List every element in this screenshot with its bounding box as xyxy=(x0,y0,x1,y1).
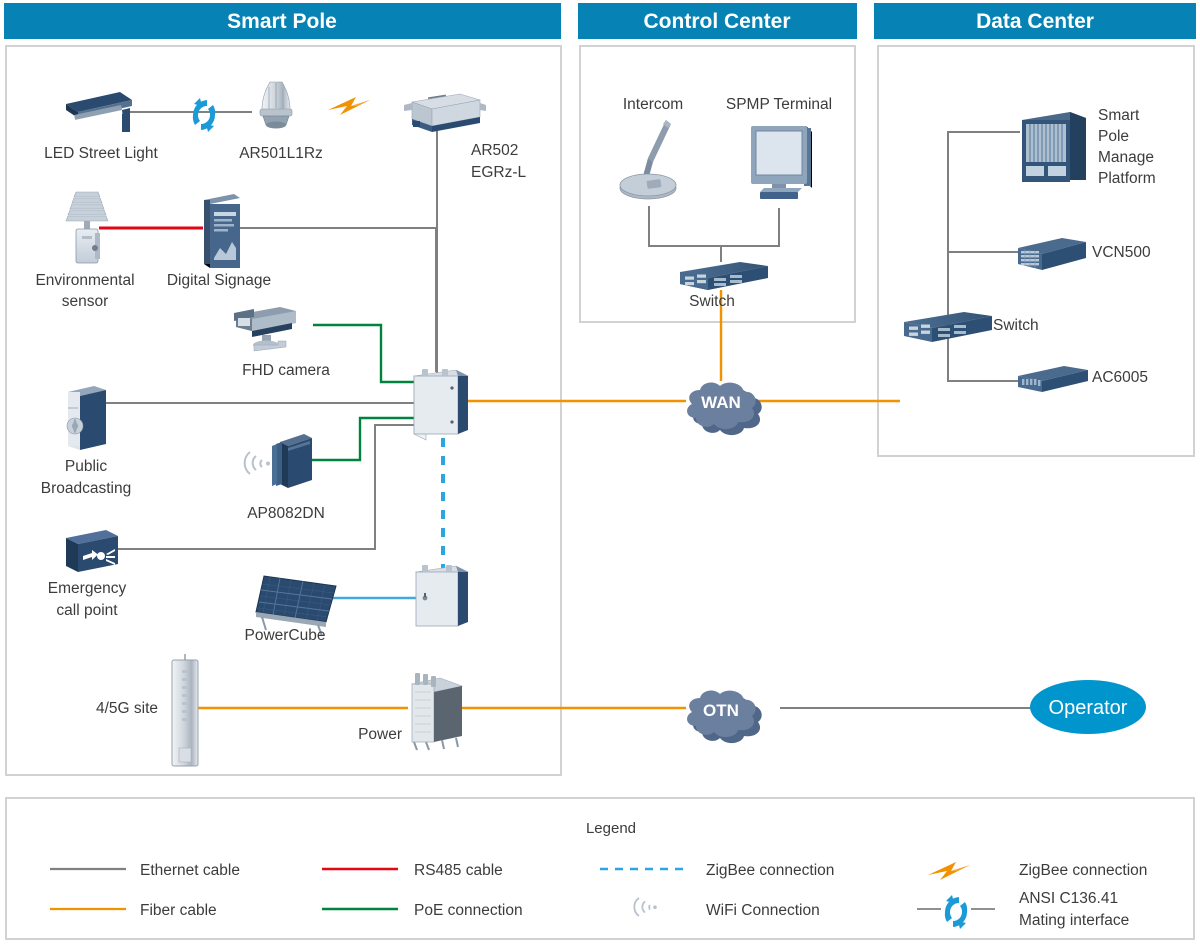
antenna-pole-icon xyxy=(171,654,199,767)
link-emergency-cabinet xyxy=(117,424,415,550)
label-power: Power xyxy=(358,726,402,743)
legend-item-zigbee-bolt: ZigBee connection xyxy=(928,862,1147,880)
panel-title-smart-pole: Smart Pole xyxy=(227,10,337,33)
label-vcn500: VCN500 xyxy=(1092,244,1151,261)
legend-label-poe: PoE connection xyxy=(414,902,523,919)
label-spmp-line1: Smart xyxy=(1098,107,1140,124)
label-data-center-switch: Switch xyxy=(993,317,1039,334)
label-ar501: AR501L1Rz xyxy=(239,145,323,162)
label-emergency-call-line2: call point xyxy=(56,602,118,619)
legend-label-ansi-line1: ANSI C136.41 xyxy=(1019,890,1118,907)
label-public-broadcasting-line1: Public xyxy=(65,458,107,475)
label-fhd-camera: FHD camera xyxy=(242,362,330,379)
panel-header-control-center: Control Center xyxy=(578,3,857,39)
label-ar502-line2: EGRz-L xyxy=(471,164,527,181)
legend-item-ethernet: Ethernet cable xyxy=(50,862,240,879)
connection-lines xyxy=(99,111,1032,710)
cloud-otn: OTN xyxy=(687,690,762,744)
zigbee-bolt-icon xyxy=(328,97,370,115)
street-light-icon xyxy=(66,92,132,132)
zigbee-bolt-icon xyxy=(928,862,970,880)
ar502-gateway-icon xyxy=(404,93,486,132)
wlan-controller-icon xyxy=(1018,366,1088,392)
cloud-label-otn: OTN xyxy=(703,701,739,720)
label-emergency-call-line1: Emergency xyxy=(48,580,127,597)
link-spmp-switch xyxy=(947,131,1020,324)
link-terminal-switch xyxy=(721,208,780,247)
label-spmp-line2: Pole xyxy=(1098,128,1129,145)
lower-cabinet-icon xyxy=(415,565,469,627)
monitor-icon xyxy=(751,126,812,199)
legend-label-wifi: WiFi Connection xyxy=(706,902,820,919)
legend-label-ethernet: Ethernet cable xyxy=(140,862,240,879)
storage-server-icon xyxy=(1018,238,1086,270)
panel-header-data-center: Data Center xyxy=(874,3,1196,39)
legend-label-zigbee-bolt: ZigBee connection xyxy=(1019,862,1147,879)
panel-header-smart-pole: Smart Pole xyxy=(4,3,561,39)
cloud-wan: WAN xyxy=(687,382,762,436)
ansi-mating-interface-icon xyxy=(944,895,968,929)
network-architecture-diagram: Smart Pole Control Center Data Center WA… xyxy=(4,3,1196,940)
legend-label-rs485: RS485 cable xyxy=(414,862,503,879)
wifi-waves-icon xyxy=(243,451,270,475)
main-cabinet-icon xyxy=(413,369,469,441)
legend-item-rs485: RS485 cable xyxy=(322,862,503,879)
server-rack-icon xyxy=(1022,112,1086,182)
legend-item-ansi: ANSI C136.41 Mating interface xyxy=(917,890,1129,929)
legend-label-zigbee-dashed: ZigBee connection xyxy=(706,862,834,879)
wifi-waves-icon xyxy=(633,897,657,917)
operator-label: Operator xyxy=(1049,697,1128,719)
label-4g5g-site: 4/5G site xyxy=(96,700,158,717)
label-digital-signage: Digital Signage xyxy=(167,272,271,289)
legend-label-fiber: Fiber cable xyxy=(140,902,217,919)
link-signage-cabinet xyxy=(240,227,437,372)
legend-item-fiber: Fiber cable xyxy=(50,902,217,919)
ansi-mating-interface-icon xyxy=(192,98,216,132)
label-spmp-line4: Platform xyxy=(1098,170,1156,187)
legend-title: Legend xyxy=(586,820,636,837)
camera-icon xyxy=(234,307,296,352)
switch-icon xyxy=(680,262,768,290)
panel-title-data-center: Data Center xyxy=(976,10,1094,33)
label-led-street-light: LED Street Light xyxy=(44,145,158,162)
speaker-icon xyxy=(66,386,106,450)
legend-item-wifi: WiFi Connection xyxy=(633,897,820,919)
label-ap8082dn: AP8082DN xyxy=(247,505,325,522)
access-point-icon xyxy=(272,434,312,488)
legend-item-zigbee-dashed: ZigBee connection xyxy=(600,862,834,879)
emergency-call-icon xyxy=(66,530,118,572)
link-intercom-switch xyxy=(648,206,722,262)
legend-item-poe: PoE connection xyxy=(322,902,523,919)
ar501-node-icon xyxy=(259,81,293,129)
label-powercube: PowerCube xyxy=(245,627,326,644)
label-control-center-switch: Switch xyxy=(689,293,735,310)
diagram-canvas: Smart Pole Control Center Data Center WA… xyxy=(0,0,1200,945)
operator-node: Operator xyxy=(1030,680,1146,734)
label-spmp-terminal: SPMP Terminal xyxy=(726,96,832,113)
label-ac6005: AC6005 xyxy=(1092,369,1148,386)
label-spmp-line3: Manage xyxy=(1098,149,1154,166)
panel-title-control-center: Control Center xyxy=(644,10,791,33)
cloud-label-wan: WAN xyxy=(701,393,741,412)
label-env-sensor-line1: Environmental xyxy=(35,272,134,289)
digital-signage-icon xyxy=(204,194,240,268)
label-public-broadcasting-line2: Broadcasting xyxy=(41,480,131,497)
microphone-icon xyxy=(619,120,677,200)
legend-label-ansi-line2: Mating interface xyxy=(1019,912,1129,929)
label-env-sensor-line2: sensor xyxy=(62,293,109,310)
switch-icon xyxy=(904,312,992,342)
label-intercom: Intercom xyxy=(623,96,683,113)
power-cabinet-icon xyxy=(410,673,464,751)
label-ar502-line1: AR502 xyxy=(471,142,518,159)
